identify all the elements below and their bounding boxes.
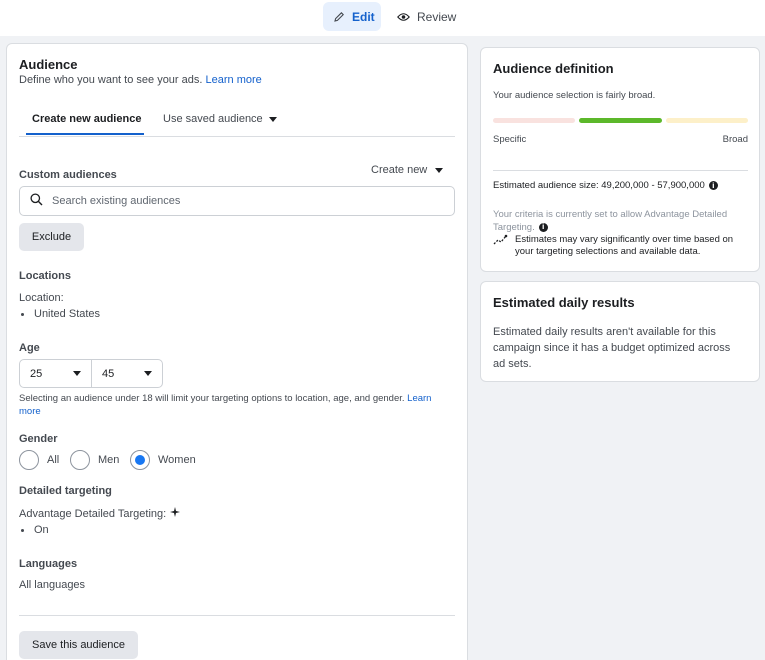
trend-line-icon <box>493 234 509 258</box>
advantage-label: Advantage Detailed Targeting: <box>19 507 167 520</box>
chevron-down-icon <box>435 167 444 173</box>
search-icon <box>30 193 43 209</box>
daily-results-line3: ad sets. <box>493 358 532 370</box>
advantage-detailed-targeting: Advantage Detailed Targeting: <box>19 507 181 520</box>
audience-title: Audience <box>19 57 78 72</box>
audience-card: Audience Define who you want to see your… <box>6 43 468 660</box>
audience-subtitle: Define who you want to see your ads. Lea… <box>19 74 262 86</box>
gender-men-label: Men <box>98 454 120 466</box>
daily-results-text: Estimated daily results aren't available… <box>493 324 730 372</box>
estimated-daily-results-card: Estimated daily results Estimated daily … <box>480 281 760 382</box>
meter-specific-label: Specific <box>493 134 527 145</box>
custom-audiences-label: Custom audiences <box>19 169 117 181</box>
locations-label: Locations <box>19 270 71 282</box>
advantage-value: On <box>34 524 49 536</box>
tab-use-saved-audience-label: Use saved audience <box>163 113 263 125</box>
advantage-item: On <box>19 524 49 536</box>
info-icon[interactable]: i <box>708 181 718 190</box>
exclude-button[interactable]: Exclude <box>19 223 84 251</box>
age-learn-more-link[interactable]: Learn <box>407 393 431 404</box>
daily-results-line2: campaign since it has a budget optimized… <box>493 342 731 354</box>
age-max-select[interactable]: 45 <box>91 359 163 388</box>
location-sublabel: Location: <box>19 292 64 304</box>
estimates-note-line2: your targeting selections and available … <box>515 246 701 257</box>
chevron-down-icon <box>268 116 277 122</box>
meter-segment-broad <box>666 118 748 123</box>
age-min-select[interactable]: 25 <box>19 359 92 388</box>
tab-create-new-audience[interactable]: Create new audience <box>32 113 141 125</box>
gender-option-men[interactable]: Men <box>70 450 119 470</box>
detailed-targeting-label: Detailed targeting <box>19 485 112 497</box>
search-audiences-box[interactable] <box>19 186 455 216</box>
estimates-note-line1: Estimates may vary significantly over ti… <box>515 234 734 245</box>
review-mode-label: Review <box>417 9 457 24</box>
estimated-audience-size-text: Estimated audience size: 49,200,000 - 57… <box>493 180 705 191</box>
create-new-label: Create new <box>371 164 428 176</box>
sparkle-plus-icon <box>170 507 181 520</box>
estimated-audience-size: Estimated audience size: 49,200,000 - 57… <box>493 180 718 191</box>
chevron-down-icon <box>73 371 81 376</box>
tab-divider <box>19 136 455 137</box>
tab-use-saved-audience[interactable]: Use saved audience <box>163 113 277 125</box>
estimates-note: Estimates may vary significantly over ti… <box>493 234 733 258</box>
location-item: United States <box>19 308 100 320</box>
audience-definition-title: Audience definition <box>493 61 614 76</box>
daily-results-line1: Estimated daily results aren't available… <box>493 326 716 338</box>
audience-definition-card: Audience definition Your audience select… <box>480 47 760 272</box>
gender-label: Gender <box>19 433 58 445</box>
save-divider <box>19 615 455 616</box>
age-min-value: 25 <box>30 367 43 380</box>
age-note: Selecting an audience under 18 will limi… <box>19 392 449 418</box>
radio-men[interactable] <box>70 450 90 470</box>
criteria-note-line2-row: Targeting. i <box>493 221 727 234</box>
location-value: United States <box>34 308 101 320</box>
criteria-note-line1: Your criteria is currently set to allow … <box>493 209 728 220</box>
criteria-note: Your criteria is currently set to allow … <box>493 208 727 234</box>
definition-divider <box>493 170 748 171</box>
chevron-down-icon <box>144 371 152 376</box>
pencil-icon <box>333 11 345 23</box>
edit-mode-button[interactable]: Edit <box>323 2 381 31</box>
create-new-dropdown[interactable]: Create new <box>371 164 444 176</box>
age-max-value: 45 <box>102 367 115 380</box>
review-mode-button[interactable]: Review <box>387 2 459 31</box>
meter-broad-label: Broad <box>722 134 748 145</box>
languages-value: All languages <box>19 579 86 591</box>
radio-selected-dot <box>135 455 145 465</box>
criteria-note-line2: Targeting. <box>493 222 535 233</box>
radio-women[interactable] <box>130 450 150 470</box>
eye-icon <box>397 12 410 22</box>
languages-label: Languages <box>19 558 78 570</box>
meter-segment-specific <box>493 118 575 123</box>
top-bar: Edit Review <box>0 0 765 36</box>
gender-women-label: Women <box>158 454 196 466</box>
daily-results-title: Estimated daily results <box>493 295 635 310</box>
meter-segment-fairly-broad <box>579 118 662 123</box>
bullet <box>21 312 24 316</box>
age-note-text: Selecting an audience under 18 will limi… <box>19 393 405 404</box>
audience-breadth-status: Your audience selection is fairly broad. <box>493 90 656 101</box>
edit-mode-label: Edit <box>352 9 375 24</box>
bullet <box>21 528 24 532</box>
learn-more-link[interactable]: Learn more <box>206 74 262 86</box>
search-audiences-input[interactable] <box>52 195 412 207</box>
audience-subtitle-text: Define who you want to see your ads. <box>19 74 203 86</box>
gender-all-label: All <box>47 454 60 466</box>
estimates-note-text: Estimates may vary significantly over ti… <box>515 234 733 258</box>
gender-option-all[interactable]: All <box>19 450 59 470</box>
age-label: Age <box>19 342 40 354</box>
age-learn-more-link-cont[interactable]: more <box>19 406 41 417</box>
save-audience-button[interactable]: Save this audience <box>19 631 138 659</box>
info-icon[interactable]: i <box>538 223 548 232</box>
active-tab-indicator <box>26 133 144 135</box>
radio-all[interactable] <box>19 450 39 470</box>
gender-option-women[interactable]: Women <box>130 450 196 470</box>
